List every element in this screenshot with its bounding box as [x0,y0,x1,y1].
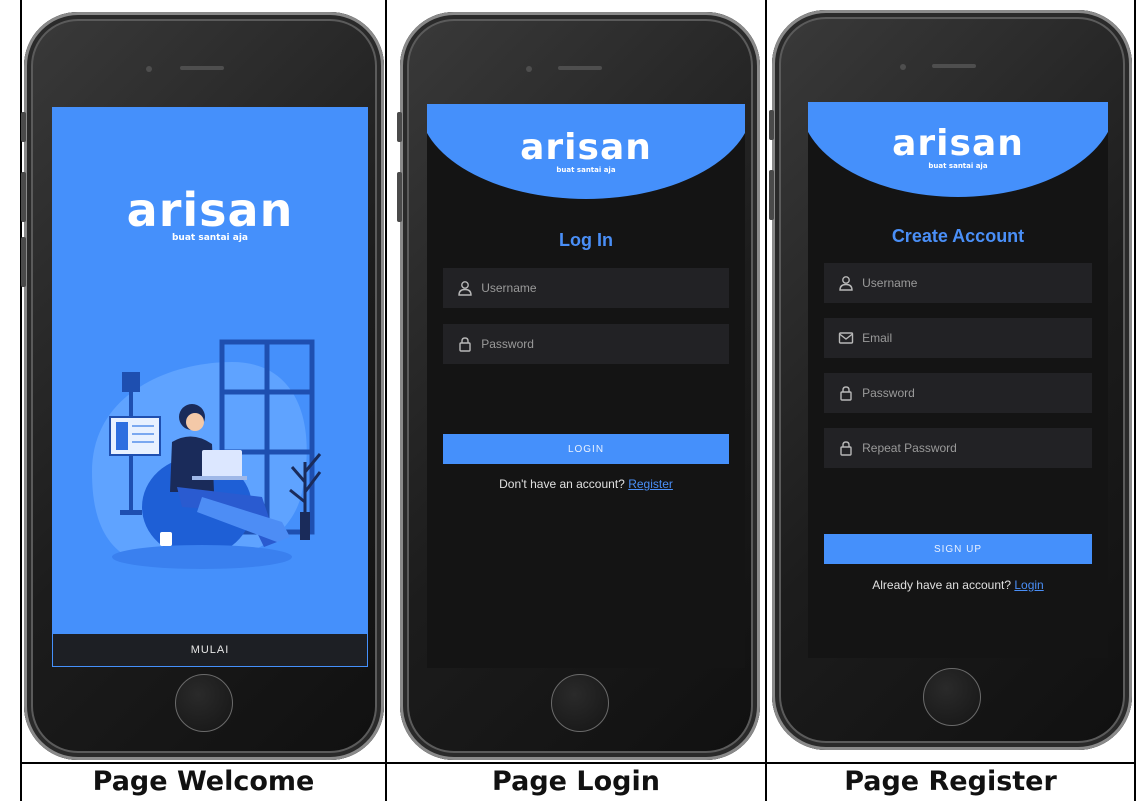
phone-side-button [21,172,26,222]
signup-button[interactable]: SIGN UP [824,534,1092,564]
lock-icon [838,440,856,456]
register-screen: arisan buat santai aja Create Account Us… [808,102,1108,658]
email-input[interactable] [862,331,1092,345]
password-input[interactable] [481,337,729,351]
brand-name: arisan [126,183,294,237]
username-input[interactable] [481,281,729,295]
welcome-screen: arisan buat santai aja MULAI [52,107,368,667]
register-link[interactable]: Register [628,477,673,491]
login-button[interactable]: LOGIN [443,434,729,464]
home-button[interactable] [923,668,981,726]
phone-speaker [932,64,976,68]
phone-register: arisan buat santai aja Create Account Us… [769,10,1132,750]
username-field[interactable] [824,263,1092,303]
brand-logo: arisan buat santai aja [427,127,745,175]
email-field[interactable] [824,318,1092,358]
phone-speaker [558,66,602,70]
phone-welcome: arisan buat santai aja MULAI [21,12,384,760]
phone-camera [526,66,532,72]
brand-logo: arisan buat santai aja [52,187,368,243]
caption-welcome: Page Welcome [92,766,315,797]
lock-icon [838,385,856,401]
login-title: Log In [559,230,613,250]
login-screen: arisan buat santai aja Log In LOGIN Don'… [427,104,745,668]
brand-logo: arisan buat santai aja [808,123,1108,171]
home-button[interactable] [175,674,233,732]
phone-side-button [21,237,26,287]
grid-row-divider [20,762,1136,764]
username-input[interactable] [862,276,1092,290]
brand-tagline: buat santai aja [556,166,616,174]
phone-side-button [769,170,774,220]
password-field[interactable] [824,373,1092,413]
password-input[interactable] [862,386,1092,400]
lock-icon [457,336,475,352]
mail-icon [838,330,856,346]
phone-side-button [769,110,774,140]
user-icon [838,275,856,291]
repeat-password-input[interactable] [862,441,1092,455]
caption-register: Page Register [844,766,1057,797]
brand-tagline: buat santai aja [171,233,249,243]
phone-side-button [397,112,402,142]
caption-login: Page Login [492,766,660,797]
login-prompt: Already have an account? Login [808,578,1108,592]
register-title: Create Account [891,226,1025,246]
login-link[interactable]: Login [1014,578,1043,592]
person-on-beanbag-with-laptop-illustration [92,339,322,569]
login-prompt-text: Already have an account? [872,578,1012,592]
username-field[interactable] [443,268,729,308]
phone-speaker [180,66,224,70]
repeat-password-field[interactable] [824,428,1092,468]
grid-border-right [1134,0,1136,801]
brand-name: arisan [520,127,652,168]
grid-divider-2 [765,0,767,801]
phone-side-button [397,172,402,222]
phone-camera [146,66,152,72]
user-icon [457,280,475,296]
phone-side-button [21,112,26,142]
grid-divider-1 [385,0,387,801]
phone-login: arisan buat santai aja Log In LOGIN Don'… [397,12,760,760]
register-prompt-text: Don't have an account? [499,477,625,491]
brand-tagline: buat santai aja [928,162,988,170]
home-button[interactable] [551,674,609,732]
brand-name: arisan [892,123,1024,164]
register-prompt: Don't have an account? Register [427,477,745,491]
phone-camera [900,64,906,70]
password-field[interactable] [443,324,729,364]
start-button[interactable]: MULAI [52,634,368,667]
